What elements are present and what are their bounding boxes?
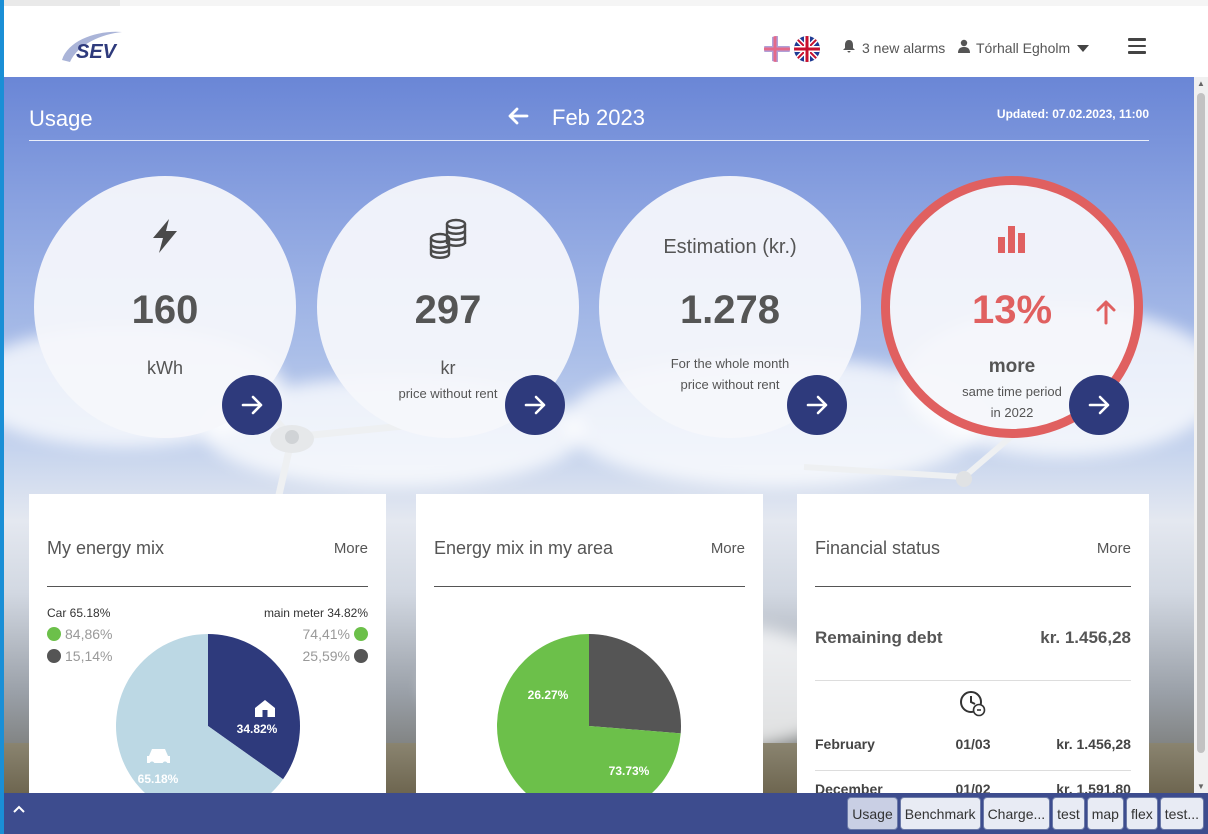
tab-usage[interactable]: Usage (847, 797, 898, 830)
main-meter-legend-label: main meter 34.82% (263, 606, 368, 620)
card-title: Energy mix in my area (434, 538, 614, 558)
arrow-right-icon (241, 395, 263, 415)
dashboard-hero: Usage Feb 2023 Updated: 07.02.2023, 11:0… (4, 77, 1194, 793)
user-icon (958, 39, 970, 56)
clock-icon (959, 690, 987, 723)
month-label: Feb 2023 (552, 105, 645, 130)
scrollbar-thumb[interactable] (1197, 93, 1205, 753)
main-meter-green-share: 74,41% (302, 626, 350, 642)
row-divider (815, 770, 1131, 771)
bell-icon (842, 39, 856, 57)
payment-amount: kr. 1.456,28 (1056, 736, 1131, 752)
more-link[interactable]: More (711, 540, 745, 557)
comparison-details-button[interactable] (1069, 375, 1129, 435)
scroll-up-icon[interactable]: ▲ (1197, 79, 1205, 88)
lightning-icon (34, 218, 296, 254)
slice-label-green: 73.73% (609, 764, 650, 778)
scroll-down-icon[interactable]: ▼ (1197, 782, 1205, 791)
estimation-value: 1.278 (679, 288, 781, 332)
payment-row: February 01/03 kr. 1.456,28 (815, 736, 1131, 752)
updated-timestamp: Updated: 07.02.2023, 11:00 (996, 107, 1149, 121)
card-divider (815, 586, 1131, 587)
page-title: Usage (29, 106, 93, 131)
user-name: Tórhall Egholm (976, 39, 1071, 56)
menu-icon[interactable] (1128, 38, 1146, 54)
tab-charge[interactable]: Charge... (982, 797, 1051, 830)
card-title: Financial status (815, 538, 941, 558)
car-green-share: 84,86% (65, 626, 113, 642)
my-energy-mix-pie-chart: 34.82% 65.18% (116, 634, 300, 793)
payment-row: December 01/02 kr. 1.591,80 (815, 781, 1131, 793)
card-divider (47, 586, 368, 587)
tab-benchmark[interactable]: Benchmark (899, 797, 981, 830)
price-circle: 297 kr price without rent (317, 176, 579, 438)
area-energy-mix-pie-chart: 26.27% 73.73% (497, 634, 681, 793)
area-energy-mix-card: Energy mix in my area More 26.27% 73.73% (416, 494, 763, 793)
energy-details-button[interactable] (222, 375, 282, 435)
car-dark-share: 15,14% (65, 648, 113, 664)
tab-flex[interactable]: flex (1125, 797, 1158, 830)
financial-status-card: Financial status More Remaining debt kr.… (797, 494, 1149, 793)
estimation-details-button[interactable] (787, 375, 847, 435)
estimation-subtitle-1: For the whole month (670, 356, 790, 371)
pie-slice-dark[interactable] (589, 634, 681, 734)
coins-icon (317, 218, 579, 260)
estimation-heading: Estimation (kr.) (663, 236, 797, 258)
previous-month-arrow-icon[interactable] (507, 105, 529, 134)
address-strip (120, 0, 1208, 6)
tab-test-more[interactable]: test... (1159, 797, 1204, 830)
more-link[interactable]: More (1097, 540, 1131, 557)
main-meter-dark-share: 25,59% (302, 648, 350, 664)
energy-usage-circle: 160 kWh (34, 176, 296, 438)
price-details-button[interactable] (505, 375, 565, 435)
slice-label-car: 65.18% (138, 772, 179, 786)
uk-flag-icon[interactable] (794, 36, 820, 62)
chevron-up-icon[interactable] (12, 801, 26, 817)
card-divider (434, 586, 745, 587)
faroese-flag-icon[interactable] (764, 36, 790, 62)
car-legend: Car 65.18% 84,86% 15,14% (47, 606, 112, 664)
payment-date: 01/02 (955, 781, 991, 793)
alarms-link[interactable]: 3 new alarms (842, 39, 945, 57)
comparison-circle: 13% more same time period in 2022 (881, 176, 1143, 438)
row-divider (815, 680, 1131, 681)
payment-month: December (815, 781, 883, 793)
alarms-label: 3 new alarms (862, 40, 946, 56)
arrow-up-icon (1095, 299, 1117, 330)
top-bar: SEV 3 new alarms Tórhall Egholm (4, 0, 1208, 77)
remaining-debt-label: Remaining debt (815, 628, 943, 647)
arrow-right-icon (524, 395, 546, 415)
tab-test[interactable]: test (1052, 797, 1085, 830)
caret-down-icon (1076, 40, 1090, 56)
arrow-right-icon (806, 395, 828, 415)
user-menu[interactable]: Tórhall Egholm (958, 39, 1090, 56)
bar-chart-icon (890, 223, 1134, 255)
tab-list: Usage Benchmark Charge... test map flex … (847, 797, 1204, 830)
more-link[interactable]: More (334, 540, 368, 557)
vertical-scrollbar[interactable]: ▲ ▼ (1194, 77, 1208, 793)
slice-label-main-meter: 34.82% (237, 722, 278, 736)
bottom-tab-bar: Usage Benchmark Charge... test map flex … (4, 793, 1208, 834)
tab-map[interactable]: map (1086, 797, 1124, 830)
energy-value: 160 (131, 288, 199, 332)
payment-month: February (815, 736, 875, 752)
card-title: My energy mix (47, 538, 165, 558)
slice-label-dark: 26.27% (528, 688, 569, 702)
remaining-debt-value: kr. 1.456,28 (1040, 628, 1131, 647)
estimation-circle: Estimation (kr.) 1.278 For the whole mon… (599, 176, 861, 438)
svg-text:SEV: SEV (76, 41, 118, 63)
price-value: 297 (414, 288, 482, 332)
payment-amount: kr. 1.591,80 (1056, 781, 1131, 793)
arrow-right-icon (1088, 395, 1110, 415)
header-divider (29, 140, 1149, 141)
car-legend-label: Car 65.18% (47, 606, 111, 620)
my-energy-mix-card: My energy mix More Car 65.18% 84,86% 15,… (29, 494, 386, 793)
payment-date: 01/03 (955, 736, 991, 752)
remaining-debt-row: Remaining debt kr. 1.456,28 (815, 628, 1131, 648)
sev-logo[interactable]: SEV (58, 26, 128, 68)
